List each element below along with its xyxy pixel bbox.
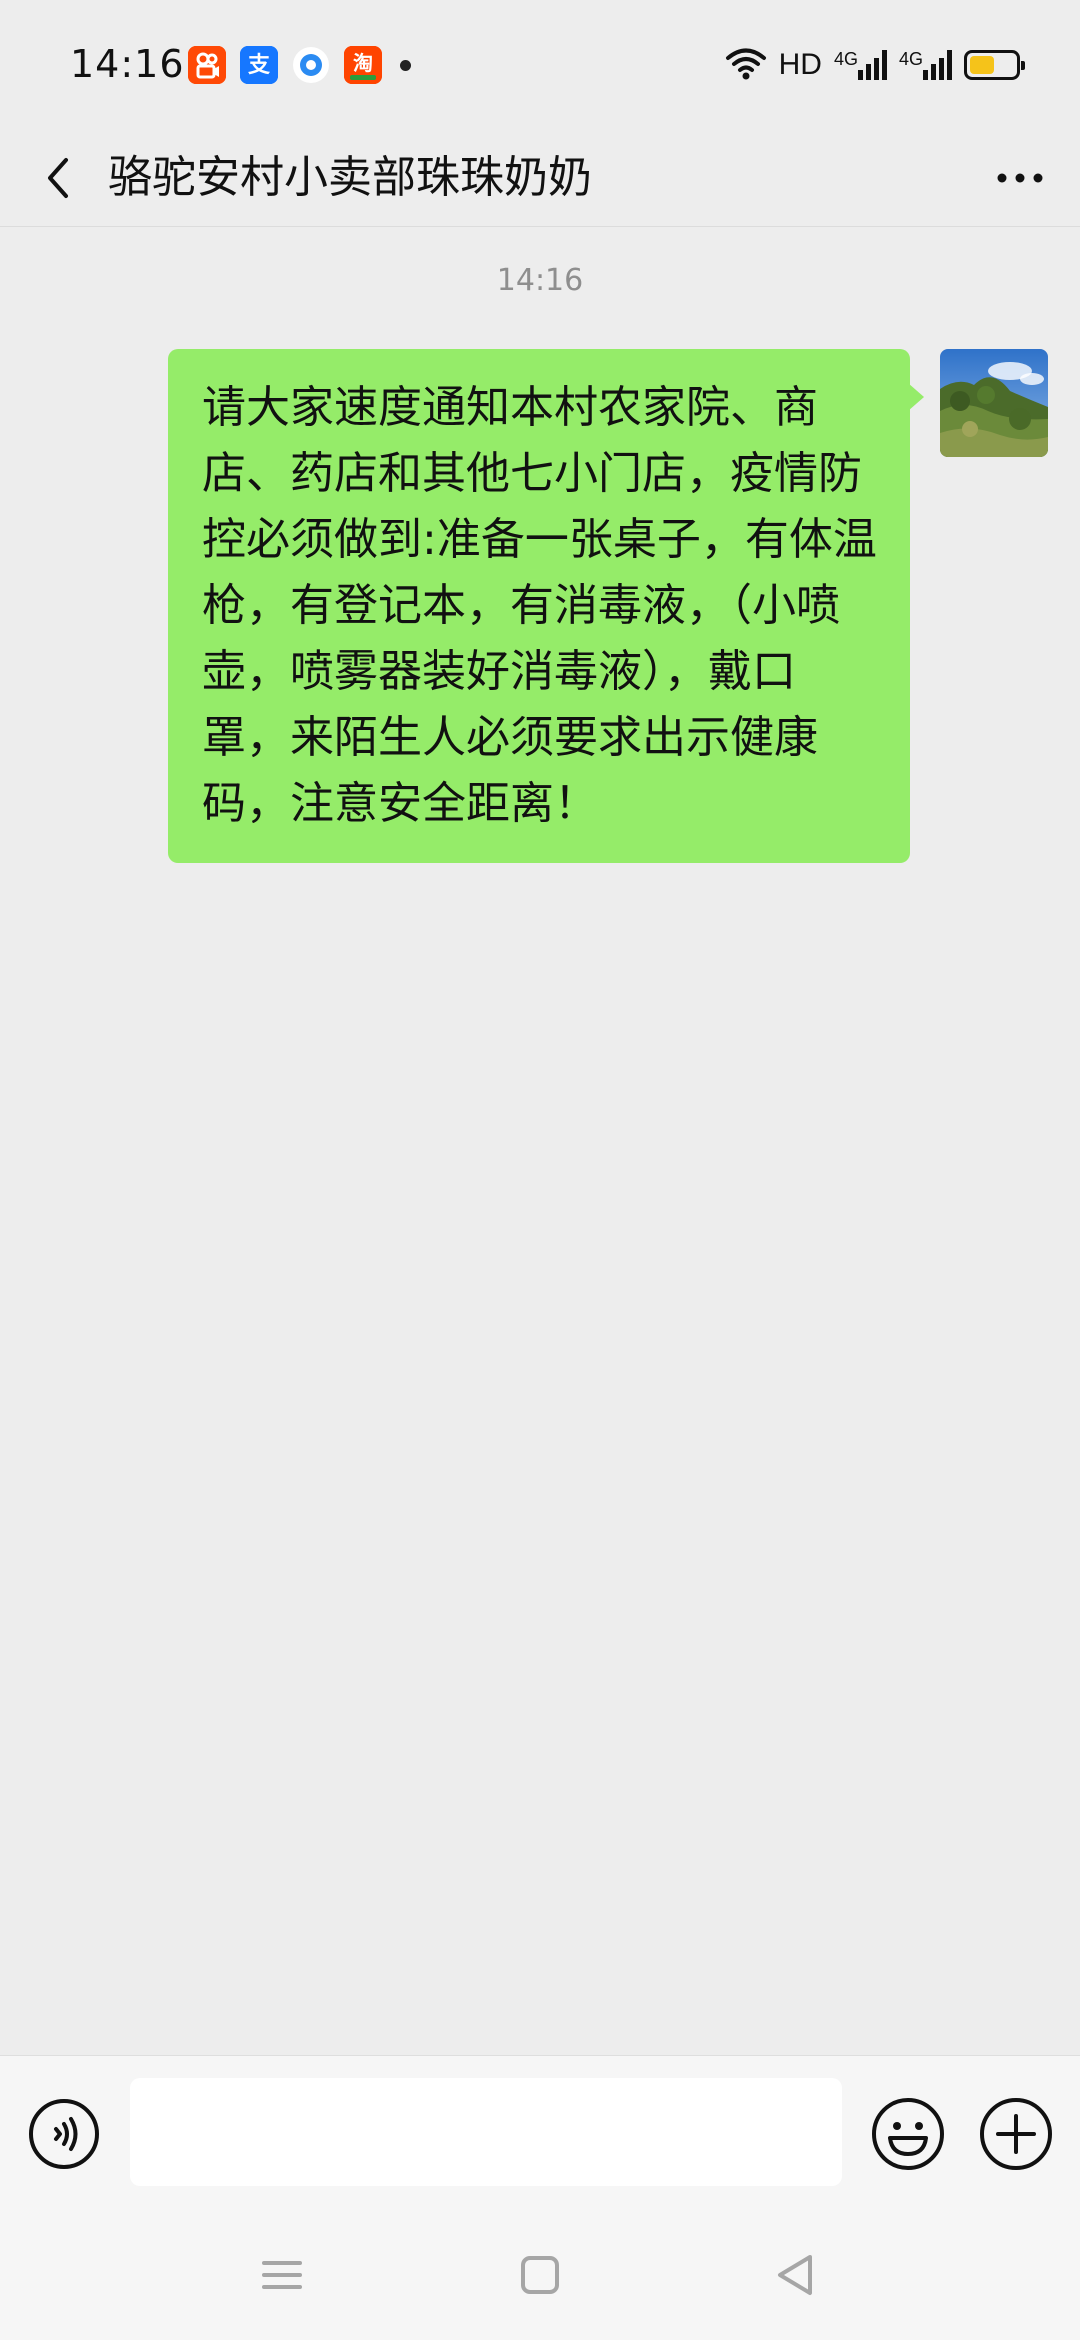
menu-button[interactable] xyxy=(252,2245,312,2305)
home-button[interactable] xyxy=(510,2245,570,2305)
voice-button[interactable] xyxy=(28,2098,100,2170)
back-button[interactable] xyxy=(30,148,90,208)
network-label-1: 4G xyxy=(833,49,858,69)
kuaishou-icon xyxy=(188,46,226,84)
chat-title: 骆驼安村小卖部珠珠奶奶 xyxy=(108,152,592,203)
hd-label: HD xyxy=(778,48,822,81)
input-bar xyxy=(0,2055,1080,2211)
signal-group-2: 4G xyxy=(898,49,952,80)
svg-text:淘: 淘 xyxy=(353,51,373,75)
taobao-icon: 淘 xyxy=(344,46,382,84)
more-options-button[interactable] xyxy=(980,148,1060,208)
emoji-button[interactable] xyxy=(870,2096,946,2172)
back-nav-button[interactable] xyxy=(766,2245,826,2305)
plus-icon xyxy=(980,2098,1052,2170)
chat-messages-area[interactable]: 14:16 请大家速度通知本村农家院、商店、药店和其他七小门店，疫情防控必须做到… xyxy=(0,227,1080,2055)
plus-button[interactable] xyxy=(978,2096,1054,2172)
network-label-2: 4G xyxy=(898,49,923,69)
emoji-icon xyxy=(872,2098,944,2170)
avatar[interactable] xyxy=(940,349,1048,457)
signal-bars-icon xyxy=(857,50,887,80)
signal-bars-icon xyxy=(923,50,952,80)
chat-header: 骆驼安村小卖部珠珠奶奶 xyxy=(0,130,1080,227)
message-timestamp: 14:16 xyxy=(496,263,584,298)
signal-group-1: 4G xyxy=(833,49,887,80)
status-bar: 14:16 支 淘 HD 4G 4G xyxy=(0,0,1080,130)
battery-level xyxy=(970,56,995,74)
message-input[interactable] xyxy=(130,2078,842,2186)
message-bubble[interactable]: 请大家速度通知本村农家院、商店、药店和其他七小门店，疫情防控必须做到:准备一张桌… xyxy=(168,349,910,863)
svg-text:支: 支 xyxy=(248,53,271,78)
back-triangle-icon xyxy=(778,2255,812,2295)
menu-icon xyxy=(262,2261,302,2289)
alipay-icon: 支 xyxy=(240,46,278,84)
bubble-tail xyxy=(908,383,924,411)
more-dots-icon xyxy=(997,173,1043,183)
chevron-left-icon xyxy=(48,158,68,198)
browser-icon xyxy=(292,46,330,84)
home-icon xyxy=(521,2256,559,2294)
wifi-icon xyxy=(725,46,767,84)
system-nav-bar xyxy=(0,2210,1080,2340)
voice-icon xyxy=(29,2099,99,2169)
status-time: 14:16 xyxy=(70,42,185,86)
notification-dot xyxy=(400,60,411,71)
battery-icon xyxy=(964,50,1025,80)
status-right-group: HD 4G 4G xyxy=(725,40,1025,90)
